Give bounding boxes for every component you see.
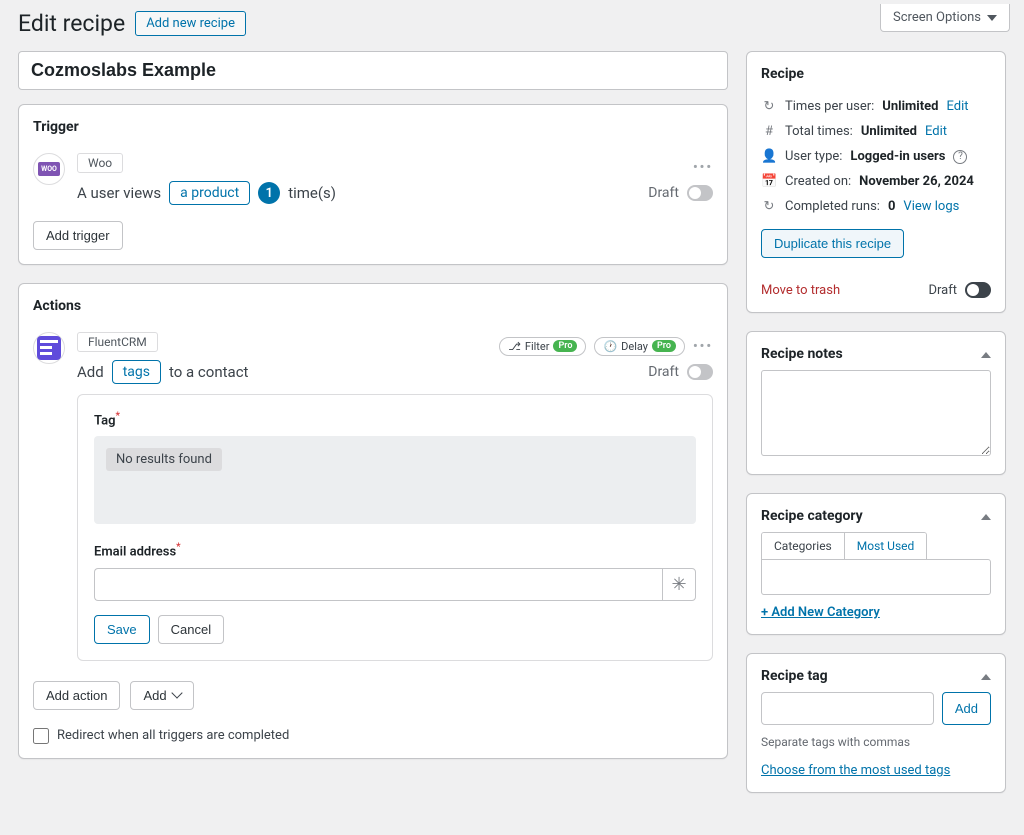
trigger-sentence-pre: A user views <box>77 184 161 202</box>
trigger-integration-pill: Woo <box>77 153 123 173</box>
times-per-user-edit[interactable]: Edit <box>946 99 968 114</box>
collapse-icon[interactable] <box>981 669 991 684</box>
user-type-value: Logged-in users <box>850 149 945 164</box>
tab-most-used[interactable]: Most Used <box>845 533 927 559</box>
recipe-status: Draft <box>928 283 957 298</box>
chevron-down-icon <box>171 687 182 698</box>
recipe-meta-heading: Recipe <box>761 66 991 82</box>
view-logs-link[interactable]: View logs <box>903 199 959 214</box>
woo-icon: WOO <box>33 153 65 185</box>
recipe-tag-heading: Recipe tag <box>761 668 828 684</box>
recipe-category-heading: Recipe category <box>761 508 863 524</box>
tag-no-results: No results found <box>106 448 222 471</box>
move-to-trash-link[interactable]: Move to trash <box>761 283 840 298</box>
action-more-icon[interactable]: ••• <box>693 339 713 354</box>
trigger-toggle[interactable] <box>687 185 713 201</box>
fluentcrm-icon <box>33 332 65 364</box>
category-list[interactable] <box>761 559 991 595</box>
trigger-heading: Trigger <box>33 119 713 135</box>
screen-options-label: Screen Options <box>893 10 981 25</box>
calendar-icon: 📅 <box>761 174 777 189</box>
choose-tags-link[interactable]: Choose from the most used tags <box>761 763 950 778</box>
duplicate-recipe-button[interactable]: Duplicate this recipe <box>761 229 904 258</box>
trigger-status: Draft <box>648 185 679 201</box>
clock-icon: 🕐 <box>603 340 617 353</box>
action-sentence-pre: Add <box>77 363 104 381</box>
total-times-edit[interactable]: Edit <box>925 124 947 139</box>
total-times-value: Unlimited <box>861 124 917 139</box>
action-sentence-post: to a contact <box>169 363 248 381</box>
add-new-recipe-button[interactable]: Add new recipe <box>135 11 246 36</box>
action-integration-pill: FluentCRM <box>77 332 158 352</box>
action-toggle[interactable] <box>687 364 713 380</box>
page-title: Edit recipe <box>18 10 125 37</box>
recipe-category-box: Recipe category Categories Most Used + A… <box>746 493 1006 635</box>
recipe-notes-textarea[interactable] <box>761 370 991 456</box>
collapse-icon[interactable] <box>981 509 991 524</box>
tag-input[interactable] <box>761 692 934 725</box>
email-label: Email address* <box>94 542 696 559</box>
action-form: Tag* No results found Email address* ✳ <box>77 394 713 661</box>
repeat-icon: ↻ <box>761 99 777 114</box>
tag-helper: Separate tags with commas <box>761 735 991 749</box>
screen-options-button[interactable]: Screen Options <box>880 4 1010 32</box>
recipe-status-toggle[interactable] <box>965 282 991 298</box>
filter-icon: ⎇ <box>508 340 521 353</box>
completed-label: Completed runs: <box>785 199 880 214</box>
completed-value: 0 <box>888 199 895 214</box>
delay-button[interactable]: 🕐 Delay Pro <box>594 337 685 356</box>
chevron-down-icon <box>987 15 997 21</box>
email-input[interactable] <box>94 568 662 601</box>
action-status: Draft <box>648 364 679 380</box>
times-per-user-value: Unlimited <box>882 99 938 114</box>
filter-button[interactable]: ⎇ Filter Pro <box>499 337 586 356</box>
redirect-label: Redirect when all triggers are completed <box>57 728 289 743</box>
trigger-more-icon[interactable]: ••• <box>693 160 713 175</box>
trigger-token-product[interactable]: a product <box>169 181 250 205</box>
recipe-tag-box: Recipe tag Add Separate tags with commas… <box>746 653 1006 793</box>
created-value: November 26, 2024 <box>859 174 974 189</box>
tag-selector[interactable]: No results found <box>94 436 696 524</box>
recipe-meta-box: Recipe ↻ Times per user: Unlimited Edit … <box>746 51 1006 313</box>
add-action-button[interactable]: Add action <box>33 681 120 710</box>
action-token-tags[interactable]: tags <box>112 360 161 384</box>
actions-box: Actions FluentCRM ⎇ Filter Pro <box>18 283 728 759</box>
tab-categories[interactable]: Categories <box>762 533 845 559</box>
help-icon[interactable]: ? <box>953 150 967 164</box>
add-tag-button[interactable]: Add <box>942 692 991 725</box>
add-dropdown-button[interactable]: Add <box>130 681 193 710</box>
pro-badge: Pro <box>652 340 676 352</box>
total-times-label: Total times: <box>785 124 853 139</box>
trigger-sentence-post: time(s) <box>288 184 336 202</box>
user-icon: 👤 <box>761 149 777 164</box>
recipe-notes-heading: Recipe notes <box>761 346 843 362</box>
add-trigger-button[interactable]: Add trigger <box>33 221 123 250</box>
recipe-notes-box: Recipe notes <box>746 331 1006 475</box>
created-label: Created on: <box>785 174 851 189</box>
hash-icon: # <box>761 124 777 139</box>
save-button[interactable]: Save <box>94 615 150 644</box>
cancel-button[interactable]: Cancel <box>158 615 224 644</box>
recipe-title-input[interactable] <box>18 51 728 90</box>
actions-heading: Actions <box>33 298 713 314</box>
times-per-user-label: Times per user: <box>785 99 874 114</box>
redirect-checkbox[interactable] <box>33 728 49 744</box>
repeat-icon: ↻ <box>761 199 777 214</box>
tag-label: Tag* <box>94 411 696 428</box>
trigger-count-badge[interactable]: 1 <box>258 182 280 204</box>
collapse-icon[interactable] <box>981 347 991 362</box>
token-picker-button[interactable]: ✳ <box>662 568 696 601</box>
trigger-box: Trigger WOO Woo ••• A user views a produ… <box>18 104 728 265</box>
add-new-category-link[interactable]: + Add New Category <box>761 605 880 620</box>
pro-badge: Pro <box>553 340 577 352</box>
user-type-label: User type: <box>785 149 842 164</box>
